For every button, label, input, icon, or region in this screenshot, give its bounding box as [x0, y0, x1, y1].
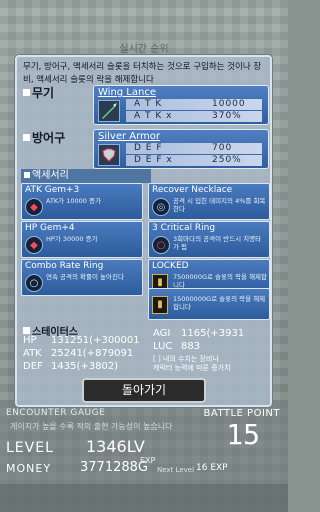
stat-atk: ATK 25241(+879091 — [23, 348, 134, 359]
weapon-name: Wing Lance — [98, 87, 156, 98]
bullet-icon — [23, 89, 30, 96]
accessory-slot-4[interactable]: 3 Critical Ring ○ 3회마다의 공격이 반드시 치명타가 됨 — [148, 221, 270, 258]
accessory-slot-1[interactable]: ATK Gem+3 ◆ ATK가 10000 증가 — [21, 183, 143, 220]
accessory-desc: 연속 공격의 확률이 높아진다 — [46, 273, 124, 281]
encounter-gauge-desc: 게이지가 높을 수록 적의 출현 가능성이 높습니다 — [10, 422, 173, 431]
battle-point-value: 15 — [226, 418, 260, 451]
bullet-icon — [23, 327, 30, 334]
armor-slot[interactable]: Silver Armor D E F 700 D E F x 250% — [93, 129, 269, 169]
accessory-desc: 7500000G로 슬롯의 락을 해제합니다 — [173, 273, 268, 289]
gem-icon: ◆ — [25, 198, 43, 216]
weapon-slot[interactable]: Wing Lance A T K 10000 A T K x 370% — [93, 85, 269, 125]
accessory-slot-locked-2[interactable]: ▮ 15000000G로 슬롯의 락을 해제합니다 — [148, 288, 270, 320]
next-level-exp: 16 EXP — [196, 463, 228, 473]
accessory-desc: 공격 시 입힌 데미지의 4%를 회복한다 — [173, 197, 266, 213]
exp-label: EXP — [140, 456, 156, 465]
accessory-desc: HP가 30000 증가 — [46, 235, 98, 243]
back-button[interactable]: 돌아가기 — [82, 378, 206, 403]
lock-icon: ▮ — [152, 296, 168, 314]
encounter-gauge-label: ENCOUNTER GAUGE — [6, 408, 106, 418]
armor-section-label: 방어구 — [23, 129, 65, 146]
accessory-name: 3 Critical Ring — [152, 223, 216, 233]
accessory-name: Combo Rate Ring — [25, 261, 104, 271]
armor-name: Silver Armor — [98, 131, 161, 142]
lance-icon — [98, 100, 120, 122]
accessory-name: LOCKED — [152, 261, 189, 271]
gem-icon: ◆ — [25, 236, 43, 254]
accessory-name: Recover Necklace — [152, 185, 233, 195]
stat-agi: AGI 1165(+3931 — [153, 328, 245, 339]
stat-luc: LUC 883 — [153, 341, 201, 352]
armor-stat-def: D E F 700 — [126, 143, 262, 154]
next-level-label: Next Level — [157, 466, 195, 474]
hud-bottom-bar — [0, 484, 288, 512]
accessory-section-label: 액세서리 — [21, 169, 151, 183]
money-value: 3771288G — [80, 460, 148, 475]
accessory-slot-2[interactable]: Recover Necklace ◎ 공격 시 입힌 데미지의 4%를 회복한다 — [148, 183, 270, 220]
armor-icon — [98, 144, 120, 166]
modal-description: 무기, 방어구, 액세서리 슬롯을 터치하는 것으로 구입하는 것이나 장비, … — [23, 62, 262, 85]
ranking-title: 실시간 순위 — [119, 44, 169, 55]
accessory-desc: ATK가 10000 증가 — [46, 197, 101, 205]
ring-icon: ○ — [25, 274, 43, 292]
accessory-name: HP Gem+4 — [25, 223, 75, 233]
accessory-desc: 15000000G로 슬롯의 락을 해제합니다 — [173, 295, 266, 311]
bullet-icon — [24, 172, 30, 178]
level-value: 1346LV — [86, 437, 145, 456]
accessory-name: ATK Gem+3 — [25, 185, 80, 195]
armor-stat-def-mult: D E F x 250% — [126, 155, 262, 166]
accessory-slot-5[interactable]: Combo Rate Ring ○ 연속 공격의 확률이 높아진다 — [21, 259, 143, 296]
status-note-2: 캐릭터 능력에 따른 증가치 — [153, 364, 231, 372]
accessory-desc: 3회마다의 공격이 반드시 치명타가 됨 — [173, 235, 262, 251]
bullet-icon — [23, 134, 30, 141]
ring-icon: ○ — [152, 236, 170, 254]
weapon-section-label: 무기 — [23, 84, 54, 101]
equipment-modal: 무기, 방어구, 액세서리 슬롯을 터치하는 것으로 구입하는 것이나 장비, … — [15, 55, 272, 407]
weapon-stat-atk-mult: A T K x 370% — [126, 111, 262, 122]
stat-hp: HP 131251(+300001 — [23, 335, 140, 346]
accessory-slot-3[interactable]: HP Gem+4 ◆ HP가 30000 증가 — [21, 221, 143, 258]
money-label: MONEY — [6, 462, 52, 475]
necklace-icon: ◎ — [152, 198, 170, 216]
stat-def: DEF 1435(+3802) — [23, 361, 119, 372]
weapon-stat-atk: A T K 10000 — [126, 99, 262, 110]
level-label: LEVEL — [6, 440, 54, 456]
